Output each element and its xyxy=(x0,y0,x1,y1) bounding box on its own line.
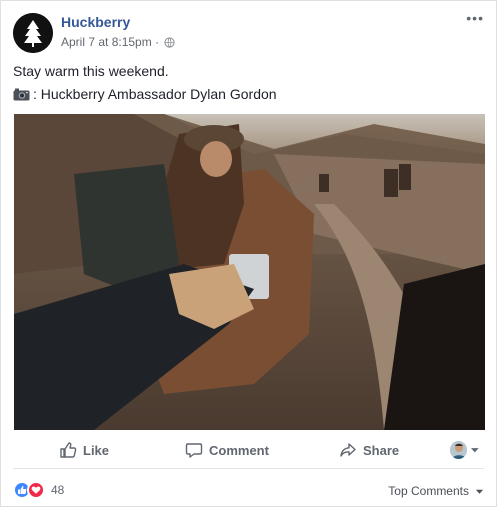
camera-icon xyxy=(13,87,30,101)
comment-sort-label: Top Comments xyxy=(388,484,469,498)
globe-icon[interactable] xyxy=(164,37,176,51)
post-text-line-2: : Huckberry Ambassador Dylan Gordon xyxy=(13,85,484,103)
page-name-link[interactable]: Huckberry xyxy=(61,14,130,30)
meta-separator: · xyxy=(155,35,160,49)
comment-label: Comment xyxy=(209,442,269,458)
post-timestamp[interactable]: April 7 at 8:15pm xyxy=(61,35,152,49)
comment-sort-dropdown[interactable]: Top Comments xyxy=(388,484,484,498)
huckberry-logo-icon[interactable] xyxy=(13,13,53,53)
more-options-button[interactable]: ••• xyxy=(462,11,484,27)
post-as-selector[interactable] xyxy=(450,440,480,460)
photo-credit: : Huckberry Ambassador Dylan Gordon xyxy=(33,86,277,102)
like-label: Like xyxy=(83,442,110,458)
like-icon xyxy=(60,442,77,458)
share-label: Share xyxy=(363,442,400,458)
post-footer: 48 Top Comments xyxy=(13,477,484,501)
avatar xyxy=(450,441,468,459)
comment-icon xyxy=(185,443,203,458)
share-icon xyxy=(340,443,356,457)
comment-button[interactable]: Comment xyxy=(185,439,269,461)
love-reaction-icon xyxy=(27,481,45,499)
post-meta: April 7 at 8:15pm · xyxy=(61,35,176,51)
share-button[interactable]: Share xyxy=(339,439,399,461)
post-photo[interactable] xyxy=(14,114,485,430)
post-header: Huckberry April 7 at 8:15pm · ••• xyxy=(13,11,484,57)
chevron-down-icon xyxy=(471,448,480,453)
chevron-down-icon xyxy=(475,489,484,494)
facebook-post: Huckberry April 7 at 8:15pm · ••• Stay w… xyxy=(0,0,497,507)
reactions-summary[interactable]: 48 xyxy=(13,481,64,499)
reaction-count: 48 xyxy=(51,483,65,497)
like-button[interactable]: Like xyxy=(59,439,109,461)
post-actions-bar: Like Comment Share xyxy=(13,431,484,469)
post-text-line-1: Stay warm this weekend. xyxy=(13,63,169,79)
